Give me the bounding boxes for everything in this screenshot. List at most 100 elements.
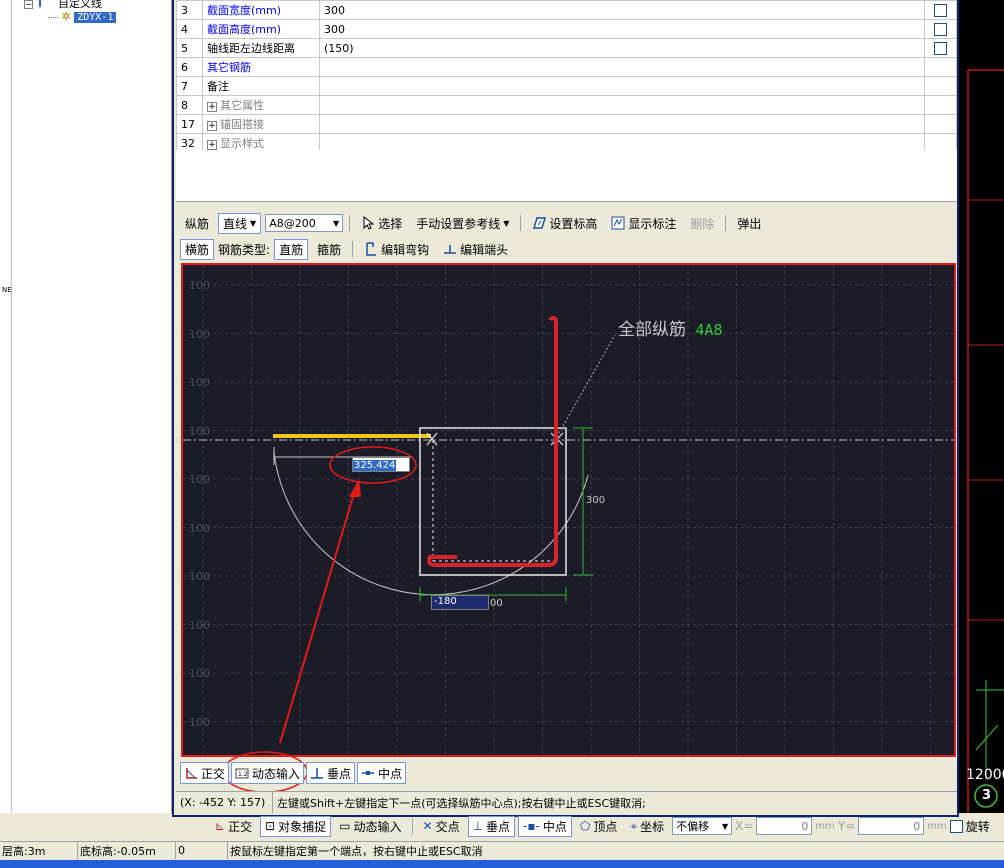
property-checkbox-cell [924, 114, 957, 134]
property-value[interactable] [319, 114, 925, 134]
angle-suffix: 00 [490, 598, 503, 609]
dynamic-input-icon: ▭ [339, 819, 351, 833]
select-button[interactable]: 选择 [356, 213, 407, 234]
expand-icon[interactable]: + [207, 140, 217, 150]
length-input[interactable]: 325.424 [352, 457, 410, 472]
property-value[interactable]: 300 [319, 0, 925, 20]
app-dynamic-input-button[interactable]: ▭ 动态输入 [334, 816, 406, 837]
tree-collapse-icon[interactable]: − [24, 0, 33, 9]
expand-icon[interactable]: + [207, 102, 217, 112]
attach-checkbox[interactable] [934, 3, 947, 17]
manual-ref-line-button[interactable]: 手动设置参考线 ▼ [411, 213, 514, 234]
row-label: 100 [189, 424, 210, 438]
property-checkbox-cell [924, 38, 957, 58]
row-label: 100 [189, 279, 210, 292]
edit-end-button[interactable]: 编辑端头 [438, 239, 513, 260]
property-row[interactable]: 6 其它钢筋 [176, 57, 957, 77]
rebar-spec-combo[interactable]: A8@200 ▼ [265, 214, 344, 232]
property-name: 备注 [202, 76, 320, 96]
hook-icon [366, 242, 377, 256]
edit-hook-button[interactable]: 编辑弯钩 [359, 239, 434, 260]
right-cad-viewport[interactable]: 12000 3 [958, 0, 1004, 813]
dropdown-arrow-icon[interactable]: ▼ [250, 219, 256, 228]
property-value[interactable]: (150) [319, 38, 925, 58]
straight-rebar-button[interactable]: 直筋 [274, 238, 309, 260]
rebar-spec-value: A8@200 [269, 216, 316, 230]
row-label: 100 [189, 327, 210, 341]
midpoint-button[interactable]: 中点 [357, 762, 407, 784]
show-label-button[interactable]: 显示标注 [606, 213, 681, 234]
cursor-coordinates: (X: -452 Y: 157) [176, 792, 273, 813]
offset-value: 不偏移 [676, 820, 710, 833]
y-offset-input[interactable]: 0 [858, 817, 925, 835]
property-value[interactable] [319, 76, 925, 96]
property-name: + 其它属性 [202, 95, 320, 115]
row-label: 100 [189, 667, 210, 680]
property-checkbox-cell [924, 19, 957, 39]
property-row[interactable]: 17 + 锚固搭接 [176, 114, 957, 134]
app-snap-toolbar: ⊾ 正交 ⊡ 对象捕捉 ▭ 动态输入 ✕ 交点 ⊥ 垂点 -▪- 中点 ⬠ 顶点 ⌖ 坐标 不偏… [210, 815, 1004, 837]
rotate-label: 旋转 [965, 819, 990, 834]
property-row[interactable]: 3 截面宽度(mm) 300 [176, 0, 957, 20]
app-ortho-label: 正交 [228, 819, 253, 834]
rotate-checkbox[interactable] [949, 819, 963, 833]
popout-button[interactable]: 弹出 [732, 213, 766, 234]
app-midpoint-button[interactable]: -▪- 中点 [518, 815, 572, 837]
x-offset-input[interactable]: 0 [756, 817, 813, 835]
stirrup-button[interactable]: 箍筋 [312, 239, 346, 260]
rebar-drawing-canvas[interactable]: 100 100 100 100 100 100 100 100 100 100 全部纵筋 4A8 … [181, 263, 956, 757]
dynamic-input-icon: 1.2 [235, 768, 249, 779]
row-label: 100 [189, 618, 210, 632]
property-value[interactable] [319, 95, 925, 115]
annotation-value: 4A8 [695, 321, 723, 339]
property-row[interactable]: 4 截面高度(mm) 300 [176, 19, 957, 39]
transverse-rebar-button[interactable]: 横筋 [180, 238, 215, 260]
app-ortho-button[interactable]: ⊾ 正交 [210, 816, 257, 837]
property-row[interactable]: 8 + 其它属性 [176, 95, 957, 115]
floor-height: 层高:3m [0, 842, 78, 859]
attach-checkbox[interactable] [934, 41, 947, 55]
expand-icon[interactable]: + [207, 121, 217, 131]
dialog-status-bar: (X: -452 Y: 157) 左键或Shift+左键指定下一点(可选择纵筋中… [176, 791, 957, 813]
dynamic-input-button[interactable]: 1.2 动态输入 [231, 762, 305, 784]
set-elevation-button[interactable]: 设置标高 [527, 213, 602, 234]
show-label-label: 显示标注 [628, 216, 677, 231]
ortho-button[interactable]: 正交 [180, 762, 230, 784]
angle-input[interactable]: -180 [431, 595, 489, 610]
attach-checkbox[interactable] [934, 22, 947, 36]
leader-line [558, 334, 616, 434]
app-midpoint-label: 中点 [542, 819, 567, 834]
elevation-icon [533, 217, 547, 229]
tree-child-node[interactable]: ✲ ZDYX-1 [48, 10, 117, 23]
property-value[interactable] [319, 57, 925, 77]
coordinate-button[interactable]: ⌖ 坐标 [625, 816, 669, 837]
line-mode-button[interactable]: 直线 ▼ [218, 212, 262, 234]
app-perpendicular-label: 垂点 [486, 819, 511, 834]
row-number: 5 [176, 38, 203, 58]
delete-button[interactable]: 删除 [685, 213, 719, 234]
property-row[interactable]: 5 轴线距左边线距离 (150) [176, 38, 957, 58]
dropdown-arrow-icon[interactable]: ▼ [333, 219, 339, 228]
vertex-button[interactable]: ⬠ 顶点 [575, 816, 622, 837]
intersection-icon: ✕ [422, 819, 433, 833]
property-name-label: 轴线距左边线距离 [207, 42, 295, 55]
offset-select[interactable]: 不偏移 ▼ [672, 817, 733, 835]
perpendicular-icon: ⊥ [472, 819, 484, 833]
dropdown-arrow-icon[interactable]: ▼ [722, 822, 728, 831]
row-label: 100 [189, 715, 210, 729]
app-perpendicular-button[interactable]: ⊥ 垂点 [467, 815, 516, 837]
select-label: 选择 [378, 216, 403, 231]
property-value[interactable]: 300 [319, 19, 925, 39]
taskbar [0, 860, 1004, 868]
property-row[interactable]: 7 备注 [176, 76, 957, 96]
row-number: 4 [176, 19, 203, 39]
x-unit-label: mm [815, 820, 835, 832]
intersection-button[interactable]: ✕ 交点 [418, 816, 465, 837]
row-number: 8 [176, 95, 203, 115]
dropdown-arrow-icon[interactable]: ▼ [503, 219, 509, 228]
perpendicular-button[interactable]: 垂点 [306, 762, 356, 784]
property-name: + 锚固搭接 [202, 114, 320, 134]
status-zero: 0 [176, 842, 228, 859]
perpendicular-label: 垂点 [327, 766, 352, 781]
object-snap-button[interactable]: ⊡ 对象捕捉 [260, 815, 332, 837]
